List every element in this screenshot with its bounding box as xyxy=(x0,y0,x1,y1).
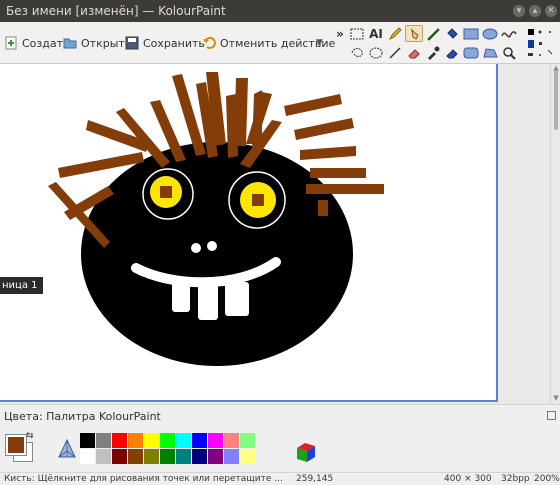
save-disk-icon xyxy=(125,36,139,50)
pencil-tool-icon[interactable] xyxy=(386,25,404,42)
color-swatch[interactable] xyxy=(112,433,128,449)
color-cube-icon[interactable] xyxy=(292,439,318,465)
title-bar: Без имени [изменён] — KolourPaint ▾ ▴ ✕ xyxy=(0,0,560,22)
palette-float-button-icon[interactable] xyxy=(547,411,556,420)
line-tool-icon[interactable] xyxy=(386,44,404,61)
color-swatch[interactable] xyxy=(208,433,224,449)
undo-arrow-icon xyxy=(203,36,216,49)
color-swatch[interactable] xyxy=(80,433,96,449)
scrollbar-thumb[interactable] xyxy=(554,70,558,130)
tool-options-panel xyxy=(524,24,560,64)
maximize-button[interactable]: ▴ xyxy=(529,5,541,17)
canvas-area: ница 1 xyxy=(0,64,550,404)
open-folder-icon xyxy=(63,38,77,49)
swap-colors-icon[interactable]: ⇆ xyxy=(26,431,34,441)
status-hint: Кисть: Щёлкните для рисования точек или … xyxy=(4,474,283,484)
flood-fill-tool-icon[interactable] xyxy=(443,25,461,42)
color-swatch[interactable] xyxy=(144,433,160,449)
color-similarity-icon[interactable] xyxy=(58,439,76,459)
image-size: 400 × 300 xyxy=(444,474,492,484)
ellipse-select-tool-icon[interactable] xyxy=(367,44,385,61)
save-button-label: Сохранить xyxy=(143,36,205,50)
zoom-tool-icon[interactable] xyxy=(500,44,518,61)
brush-size-options-icon[interactable] xyxy=(524,24,560,64)
color-picker-tool-icon[interactable] xyxy=(424,44,442,61)
color-swatch[interactable] xyxy=(192,433,208,449)
close-button[interactable]: ✕ xyxy=(545,5,557,17)
cursor-position: 259,145 xyxy=(296,474,334,484)
color-swatch[interactable] xyxy=(224,449,240,465)
polygon-tool-icon[interactable] xyxy=(481,44,499,61)
color-swatch[interactable] xyxy=(160,449,176,465)
color-swatch[interactable] xyxy=(80,449,96,465)
brush-tool-icon[interactable] xyxy=(424,25,442,42)
color-swatch[interactable] xyxy=(112,449,128,465)
open-button-label: Открыть xyxy=(81,36,132,50)
color-palette-panel: Цвета: Палитра KolourPaint ⇆ xyxy=(0,404,560,472)
color-swatch[interactable] xyxy=(96,449,112,465)
drawing-canvas[interactable] xyxy=(0,64,498,402)
color-swatch[interactable] xyxy=(144,449,160,465)
color-depth: 32bpp xyxy=(501,474,530,484)
toolbar-overflow-button[interactable]: » xyxy=(336,27,344,41)
pen-tool-icon[interactable] xyxy=(405,25,423,42)
rectangle-tool-icon[interactable] xyxy=(462,25,480,42)
text-tool-icon[interactable]: AI xyxy=(367,25,385,42)
color-swatch[interactable] xyxy=(176,433,192,449)
status-bar: Кисть: Щёлкните для рисования точек или … xyxy=(0,472,560,485)
canvas-tooltip: ница 1 xyxy=(0,277,43,294)
foreground-color-swatch[interactable] xyxy=(5,434,27,456)
curve-tool-icon[interactable] xyxy=(500,25,518,42)
color-swatch[interactable] xyxy=(128,449,144,465)
scroll-down-arrow-icon[interactable]: ▼ xyxy=(552,394,560,402)
ellipse-tool-icon[interactable] xyxy=(481,25,499,42)
open-button[interactable]: Открыть xyxy=(63,34,131,52)
undo-dropdown-arrow-icon[interactable]: ▼ xyxy=(316,38,323,48)
color-eraser-tool-icon[interactable] xyxy=(443,44,461,61)
rounded-rect-tool-icon[interactable] xyxy=(462,44,480,61)
minimize-button[interactable]: ▾ xyxy=(513,5,525,17)
color-swatch[interactable] xyxy=(128,433,144,449)
save-button[interactable]: Сохранить xyxy=(125,34,205,52)
color-swatch[interactable] xyxy=(208,449,224,465)
window-title: Без имени [изменён] — KolourPaint xyxy=(6,4,226,18)
new-button[interactable]: Создать xyxy=(4,34,70,52)
color-swatch-grid xyxy=(80,433,256,465)
color-swatch[interactable] xyxy=(224,433,240,449)
palette-title: Цвета: Палитра KolourPaint xyxy=(4,410,161,423)
color-swatch[interactable] xyxy=(96,433,112,449)
foreground-background-selector[interactable]: ⇆ xyxy=(4,431,34,463)
free-select-tool-icon[interactable] xyxy=(348,44,366,61)
color-swatch[interactable] xyxy=(160,433,176,449)
rect-select-tool-icon[interactable] xyxy=(348,25,366,42)
zoom-level: 200% xyxy=(534,474,560,484)
painting-face-drawing xyxy=(48,72,384,366)
eraser-tool-icon[interactable] xyxy=(405,44,423,61)
color-swatch[interactable] xyxy=(240,433,256,449)
color-swatch[interactable] xyxy=(240,449,256,465)
color-swatch[interactable] xyxy=(192,449,208,465)
vertical-scrollbar[interactable]: ▲ ▼ xyxy=(550,64,560,404)
new-document-icon xyxy=(5,36,17,50)
color-swatch[interactable] xyxy=(176,449,192,465)
